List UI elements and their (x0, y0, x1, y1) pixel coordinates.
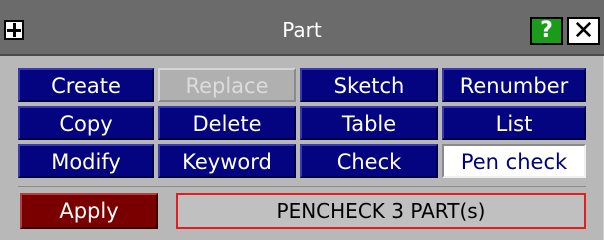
divider (18, 186, 586, 187)
table-button[interactable]: Table (300, 106, 438, 140)
replace-button[interactable]: Replace (158, 68, 296, 102)
delete-button[interactable]: Delete (158, 106, 296, 140)
modify-button[interactable]: Modify (18, 144, 154, 178)
sketch-button[interactable]: Sketch (300, 68, 438, 102)
pen-check-button[interactable]: Pen check (442, 144, 586, 178)
status-field: PENCHECK 3 PART(s) (176, 193, 586, 229)
close-button[interactable]: ✕ (567, 17, 600, 45)
window-title: Part (282, 18, 322, 42)
renumber-button[interactable]: Renumber (442, 68, 586, 102)
keyword-button[interactable]: Keyword (158, 144, 296, 178)
apply-button[interactable]: Apply (20, 193, 158, 229)
check-button[interactable]: Check (300, 144, 438, 178)
create-button[interactable]: Create (18, 68, 154, 102)
copy-button[interactable]: Copy (18, 106, 154, 140)
title-bar[interactable]: Part ? ✕ (0, 0, 604, 56)
help-button[interactable]: ? (530, 17, 563, 45)
list-button[interactable]: List (442, 106, 586, 140)
part-window: Part ? ✕ Create Replace Sketch Renumber … (0, 0, 604, 240)
stage: Part ? ✕ Create Replace Sketch Renumber … (0, 0, 604, 240)
